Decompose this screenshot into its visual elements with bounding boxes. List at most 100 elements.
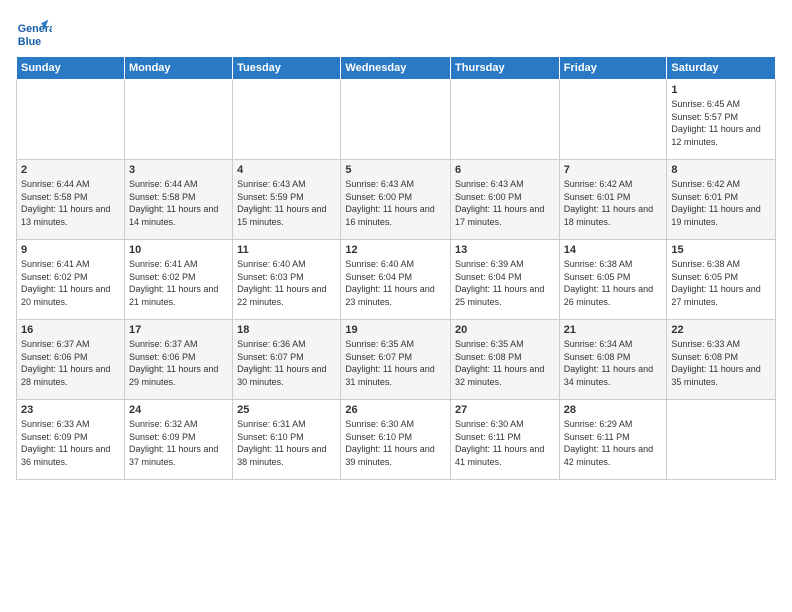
calendar-cell: 8 Sunrise: 6:42 AM Sunset: 6:01 PM Daylig… bbox=[667, 160, 776, 240]
day-info: Sunrise: 6:31 AM Sunset: 6:10 PM Dayligh… bbox=[237, 418, 336, 468]
calendar-cell: 12Sunrise: 6:40 AM Sunset: 6:04 PM Dayli… bbox=[341, 240, 451, 320]
day-number: 6 bbox=[455, 164, 555, 176]
calendar-cell: 14 Sunrise: 6:38 AM Sunset: 6:05 PM Dayli… bbox=[559, 240, 667, 320]
day-number: 20 bbox=[455, 324, 555, 336]
day-number: 10 bbox=[129, 244, 228, 256]
day-info: Sunrise: 6:29 AM Sunset: 6:11 PM Dayligh… bbox=[564, 418, 663, 468]
calendar-cell: 24Sunrise: 6:32 AM Sunset: 6:09 PM Dayli… bbox=[124, 400, 232, 480]
calendar-table: Sunday Monday Tuesday Wednesday Thursday… bbox=[16, 56, 776, 480]
day-number: 14 bbox=[564, 244, 663, 256]
day-info: Sunrise: 6:36 AM Sunset: 6:07 PM Dayligh… bbox=[237, 338, 336, 388]
calendar-cell: 25 Sunrise: 6:31 AM Sunset: 6:10 PM Dayli… bbox=[233, 400, 341, 480]
day-info: Sunrise: 6:42 AM Sunset: 6:01 PM Dayligh… bbox=[671, 178, 771, 228]
day-number: 11 bbox=[237, 244, 336, 256]
day-info: Sunrise: 6:34 AM Sunset: 6:08 PM Dayligh… bbox=[564, 338, 663, 388]
calendar-body: 1 Sunrise: 6:45 AM Sunset: 5:57 PM Daylig… bbox=[17, 80, 776, 480]
calendar-cell bbox=[233, 80, 341, 160]
day-number: 8 bbox=[671, 164, 771, 176]
header-tuesday: Tuesday bbox=[233, 57, 341, 80]
calendar-week-row: 2 Sunrise: 6:44 AM Sunset: 5:58 PM Daylig… bbox=[17, 160, 776, 240]
day-number: 18 bbox=[237, 324, 336, 336]
day-info: Sunrise: 6:42 AM Sunset: 6:01 PM Dayligh… bbox=[564, 178, 663, 228]
day-info: Sunrise: 6:43 AM Sunset: 6:00 PM Dayligh… bbox=[455, 178, 555, 228]
calendar-cell bbox=[667, 400, 776, 480]
day-number: 7 bbox=[564, 164, 663, 176]
day-number: 22 bbox=[671, 324, 771, 336]
calendar-cell bbox=[341, 80, 451, 160]
header: General Blue bbox=[16, 16, 776, 52]
day-number: 12 bbox=[345, 244, 446, 256]
calendar-cell: 18 Sunrise: 6:36 AM Sunset: 6:07 PM Dayli… bbox=[233, 320, 341, 400]
day-info: Sunrise: 6:35 AM Sunset: 6:07 PM Dayligh… bbox=[345, 338, 446, 388]
calendar-week-row: 23 Sunrise: 6:33 AM Sunset: 6:09 PM Dayli… bbox=[17, 400, 776, 480]
calendar-cell: 23 Sunrise: 6:33 AM Sunset: 6:09 PM Dayli… bbox=[17, 400, 125, 480]
calendar-cell: 26 Sunrise: 6:30 AM Sunset: 6:10 PM Dayli… bbox=[341, 400, 451, 480]
calendar-cell: 2 Sunrise: 6:44 AM Sunset: 5:58 PM Daylig… bbox=[17, 160, 125, 240]
header-saturday: Saturday bbox=[667, 57, 776, 80]
logo-icon: General Blue bbox=[16, 16, 52, 52]
header-monday: Monday bbox=[124, 57, 232, 80]
calendar-cell bbox=[451, 80, 560, 160]
day-info: Sunrise: 6:38 AM Sunset: 6:05 PM Dayligh… bbox=[671, 258, 771, 308]
day-info: Sunrise: 6:30 AM Sunset: 6:10 PM Dayligh… bbox=[345, 418, 446, 468]
day-info: Sunrise: 6:43 AM Sunset: 5:59 PM Dayligh… bbox=[237, 178, 336, 228]
day-number: 28 bbox=[564, 404, 663, 416]
calendar-week-row: 9 Sunrise: 6:41 AM Sunset: 6:02 PM Daylig… bbox=[17, 240, 776, 320]
calendar-week-row: 1 Sunrise: 6:45 AM Sunset: 5:57 PM Daylig… bbox=[17, 80, 776, 160]
calendar-header-row: Sunday Monday Tuesday Wednesday Thursday… bbox=[17, 57, 776, 80]
svg-text:Blue: Blue bbox=[18, 36, 41, 48]
header-friday: Friday bbox=[559, 57, 667, 80]
day-info: Sunrise: 6:45 AM Sunset: 5:57 PM Dayligh… bbox=[671, 98, 771, 148]
header-wednesday: Wednesday bbox=[341, 57, 451, 80]
day-number: 26 bbox=[345, 404, 446, 416]
calendar-cell: 11 Sunrise: 6:40 AM Sunset: 6:03 PM Dayli… bbox=[233, 240, 341, 320]
day-number: 23 bbox=[21, 404, 120, 416]
calendar-cell: 16 Sunrise: 6:37 AM Sunset: 6:06 PM Dayli… bbox=[17, 320, 125, 400]
day-number: 19 bbox=[345, 324, 446, 336]
day-number: 13 bbox=[455, 244, 555, 256]
calendar-cell: 20 Sunrise: 6:35 AM Sunset: 6:08 PM Dayli… bbox=[451, 320, 560, 400]
calendar-cell: 28 Sunrise: 6:29 AM Sunset: 6:11 PM Dayli… bbox=[559, 400, 667, 480]
calendar-cell: 9 Sunrise: 6:41 AM Sunset: 6:02 PM Daylig… bbox=[17, 240, 125, 320]
day-info: Sunrise: 6:32 AM Sunset: 6:09 PM Dayligh… bbox=[129, 418, 228, 468]
day-number: 16 bbox=[21, 324, 120, 336]
day-info: Sunrise: 6:30 AM Sunset: 6:11 PM Dayligh… bbox=[455, 418, 555, 468]
day-number: 17 bbox=[129, 324, 228, 336]
day-number: 5 bbox=[345, 164, 446, 176]
day-info: Sunrise: 6:37 AM Sunset: 6:06 PM Dayligh… bbox=[129, 338, 228, 388]
day-info: Sunrise: 6:44 AM Sunset: 5:58 PM Dayligh… bbox=[129, 178, 228, 228]
day-number: 1 bbox=[671, 84, 771, 96]
calendar-cell: 21 Sunrise: 6:34 AM Sunset: 6:08 PM Dayli… bbox=[559, 320, 667, 400]
svg-text:General: General bbox=[18, 23, 52, 35]
day-info: Sunrise: 6:41 AM Sunset: 6:02 PM Dayligh… bbox=[21, 258, 120, 308]
day-info: Sunrise: 6:35 AM Sunset: 6:08 PM Dayligh… bbox=[455, 338, 555, 388]
day-number: 9 bbox=[21, 244, 120, 256]
day-number: 27 bbox=[455, 404, 555, 416]
calendar-cell: 7 Sunrise: 6:42 AM Sunset: 6:01 PM Daylig… bbox=[559, 160, 667, 240]
calendar-cell: 5 Sunrise: 6:43 AM Sunset: 6:00 PM Daylig… bbox=[341, 160, 451, 240]
calendar-cell: 1 Sunrise: 6:45 AM Sunset: 5:57 PM Daylig… bbox=[667, 80, 776, 160]
day-number: 21 bbox=[564, 324, 663, 336]
calendar-week-row: 16 Sunrise: 6:37 AM Sunset: 6:06 PM Dayli… bbox=[17, 320, 776, 400]
day-info: Sunrise: 6:37 AM Sunset: 6:06 PM Dayligh… bbox=[21, 338, 120, 388]
day-info: Sunrise: 6:33 AM Sunset: 6:08 PM Dayligh… bbox=[671, 338, 771, 388]
day-number: 3 bbox=[129, 164, 228, 176]
day-number: 2 bbox=[21, 164, 120, 176]
calendar-cell bbox=[124, 80, 232, 160]
day-info: Sunrise: 6:43 AM Sunset: 6:00 PM Dayligh… bbox=[345, 178, 446, 228]
header-thursday: Thursday bbox=[451, 57, 560, 80]
logo: General Blue bbox=[16, 16, 52, 52]
day-info: Sunrise: 6:40 AM Sunset: 6:03 PM Dayligh… bbox=[237, 258, 336, 308]
calendar-cell: 19 Sunrise: 6:35 AM Sunset: 6:07 PM Dayli… bbox=[341, 320, 451, 400]
calendar-cell: 6 Sunrise: 6:43 AM Sunset: 6:00 PM Daylig… bbox=[451, 160, 560, 240]
day-info: Sunrise: 6:33 AM Sunset: 6:09 PM Dayligh… bbox=[21, 418, 120, 468]
calendar-cell: 13Sunrise: 6:39 AM Sunset: 6:04 PM Dayli… bbox=[451, 240, 560, 320]
day-info: Sunrise: 6:38 AM Sunset: 6:05 PM Dayligh… bbox=[564, 258, 663, 308]
calendar-cell: 17 Sunrise: 6:37 AM Sunset: 6:06 PM Dayli… bbox=[124, 320, 232, 400]
header-sunday: Sunday bbox=[17, 57, 125, 80]
calendar-cell: 22 Sunrise: 6:33 AM Sunset: 6:08 PM Dayli… bbox=[667, 320, 776, 400]
day-number: 25 bbox=[237, 404, 336, 416]
day-info: Sunrise: 6:41 AM Sunset: 6:02 PM Dayligh… bbox=[129, 258, 228, 308]
day-info: Sunrise: 6:44 AM Sunset: 5:58 PM Dayligh… bbox=[21, 178, 120, 228]
calendar-cell: 3 Sunrise: 6:44 AM Sunset: 5:58 PM Daylig… bbox=[124, 160, 232, 240]
